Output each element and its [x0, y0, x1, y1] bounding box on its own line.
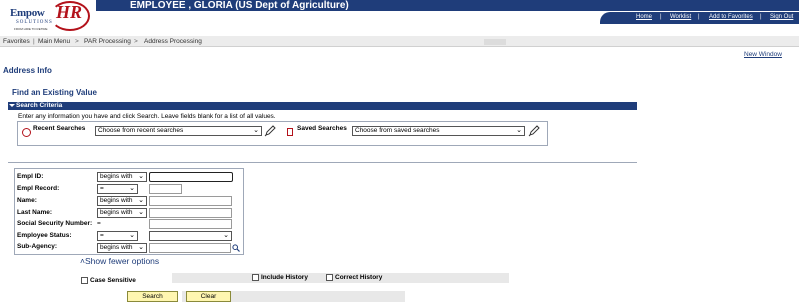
home-link[interactable]: Home — [636, 14, 652, 20]
employee-status-operator[interactable]: = ⌄ — [97, 231, 138, 241]
employee-status-select[interactable]: ⌄ — [149, 231, 232, 241]
add-to-favorites-link[interactable]: Add to Favorites — [709, 14, 753, 20]
chevron-down-icon: ⌄ — [138, 197, 144, 204]
case-sensitive-label: Case Sensitive — [90, 277, 136, 284]
ssn-label: Social Security Number: — [17, 220, 93, 227]
sub-agency-operator[interactable]: begins with ⌄ — [97, 243, 147, 253]
chevron-down-icon: ⌄ — [138, 244, 144, 251]
empl-id-input[interactable] — [149, 172, 233, 182]
recent-searches-select[interactable]: Choose from recent searches ⌄ — [95, 126, 262, 136]
name-input[interactable] — [149, 196, 232, 206]
recent-searches-label: Recent Searches — [33, 125, 86, 132]
find-existing-value-title: Find an Existing Value — [12, 88, 97, 97]
include-history-checkbox[interactable] — [252, 274, 259, 281]
last-name-label: Last Name: — [17, 209, 53, 216]
include-history-label: Include History — [261, 274, 308, 281]
sub-agency-input[interactable] — [149, 243, 231, 253]
name-label: Name: — [17, 197, 37, 204]
chevron-down-icon: ⌄ — [138, 173, 144, 180]
clear-button[interactable]: Clear — [186, 291, 231, 302]
recent-searches-icon — [22, 128, 31, 137]
empl-id-label: Empl ID: — [17, 173, 44, 180]
saved-searches-label: Saved Searches — [297, 125, 347, 132]
search-criteria-header[interactable] — [8, 102, 637, 110]
last-name-input[interactable] — [149, 208, 232, 218]
empowhr-logo: Empow HR SOLUTIONS FROM HIRE TO RETIRE — [2, 1, 94, 35]
chevron-down-icon: ⌄ — [129, 185, 135, 192]
breadcrumb-main-menu[interactable]: Main Menu — [38, 38, 70, 45]
chevron-down-icon: ⌄ — [516, 127, 522, 134]
saved-searches-bookmark-icon — [287, 128, 293, 136]
breadcrumb-favorites[interactable]: Favorites — [3, 38, 30, 45]
search-instructions: Enter any information you have and click… — [18, 113, 276, 120]
correct-history-label: Correct History — [335, 274, 383, 281]
case-sensitive-checkbox[interactable] — [81, 277, 88, 284]
lookup-magnifier-icon[interactable] — [232, 244, 240, 252]
empl-id-operator[interactable]: begins with ⌄ — [97, 172, 147, 182]
edit-recent-pencil-icon[interactable] — [264, 125, 276, 137]
app-header: Empow HR SOLUTIONS FROM HIRE TO RETIRE E… — [0, 0, 799, 36]
edit-saved-pencil-icon[interactable] — [528, 125, 540, 137]
divider — [8, 162, 637, 163]
chevron-down-icon: ⌄ — [129, 232, 135, 239]
saved-searches-select[interactable]: Choose from saved searches ⌄ — [352, 126, 525, 136]
search-button[interactable]: Search — [127, 291, 178, 302]
correct-history-checkbox[interactable] — [326, 274, 333, 281]
empl-record-operator[interactable]: = ⌄ — [97, 184, 138, 194]
name-operator[interactable]: begins with ⌄ — [97, 196, 147, 206]
logo-text: Empow — [10, 7, 45, 19]
employee-name: EMPLOYEE , GLORIA (US Dept of Agricultur… — [130, 0, 349, 11]
chevron-down-icon: ⌄ — [253, 127, 259, 134]
collapse-triangle-icon[interactable] — [9, 104, 15, 107]
worklist-link[interactable]: Worklist — [670, 14, 691, 20]
page-title: Address Info — [3, 66, 52, 75]
sign-out-link[interactable]: Sign Out — [770, 14, 793, 20]
logo-tagline: FROM HIRE TO RETIRE — [14, 27, 48, 31]
breadcrumb-address-processing: Address Processing — [144, 38, 202, 45]
employee-status-label: Employee Status: — [17, 232, 72, 239]
show-fewer-options-link[interactable]: ˄Show fewer options — [80, 256, 159, 266]
new-window-link[interactable]: New Window — [744, 51, 782, 58]
logo-hr-text: HR — [56, 2, 83, 22]
search-criteria-title: Search Criteria — [16, 102, 63, 109]
ssn-operator: = — [97, 220, 101, 227]
breadcrumb-par-processing[interactable]: PAR Processing — [84, 38, 131, 45]
last-name-operator[interactable]: begins with ⌄ — [97, 208, 147, 218]
chevron-down-icon: ⌄ — [223, 232, 229, 239]
chevron-down-icon: ⌄ — [138, 209, 144, 216]
ssn-input[interactable] — [149, 219, 232, 229]
empl-record-input[interactable] — [149, 184, 182, 194]
sub-agency-label: Sub-Agency: — [17, 243, 58, 250]
empl-record-label: Empl Record: — [17, 185, 60, 192]
logo-subtext: SOLUTIONS — [16, 20, 53, 25]
